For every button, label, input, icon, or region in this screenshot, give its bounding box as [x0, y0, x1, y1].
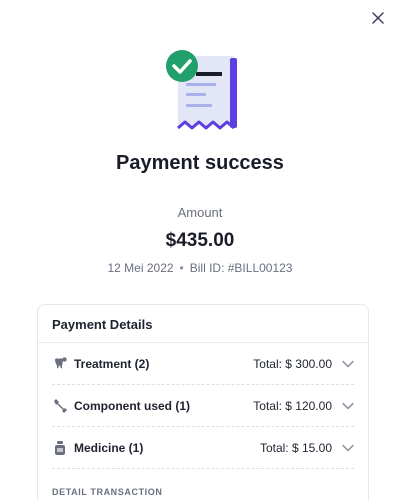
page-title: Payment success — [116, 152, 284, 174]
payment-row-label: Component used (1) — [74, 398, 190, 413]
payment-row-total: Total: $ 300.00 — [253, 356, 332, 371]
tooth-icon — [52, 356, 68, 372]
payment-row-treatment[interactable]: Treatment (2) Total: $ 300.00 — [52, 343, 354, 385]
amount-label: Amount — [177, 205, 223, 220]
meta-separator: • — [179, 261, 184, 275]
payment-row-component[interactable]: Component used (1) Total: $ 120.00 — [52, 385, 354, 427]
receipt-success-illustration — [160, 46, 244, 136]
chevron-down-icon — [342, 358, 354, 370]
payment-row-label: Treatment (2) — [74, 356, 150, 371]
chevron-down-icon — [342, 442, 354, 454]
transaction-date: 12 Mei 2022 — [107, 261, 174, 275]
transaction-meta: 12 Mei 2022 • Bill ID: #BILL00123 — [0, 261, 400, 275]
payment-details-header: Payment Details — [38, 305, 368, 343]
medicine-bottle-icon — [52, 440, 68, 456]
payment-row-label: Medicine (1) — [74, 440, 144, 455]
bill-id: Bill ID: #BILL00123 — [189, 261, 293, 275]
amount-value: $435.00 — [165, 230, 235, 251]
chevron-down-icon — [342, 400, 354, 412]
payment-row-medicine[interactable]: Medicine (1) Total: $ 15.00 — [52, 427, 354, 469]
wrench-icon — [52, 398, 68, 414]
close-button[interactable] — [366, 6, 390, 30]
payment-row-total: Total: $ 120.00 — [253, 398, 332, 413]
close-icon — [372, 12, 384, 24]
detail-transaction-header: DETAIL TRANSACTION — [52, 487, 163, 497]
payment-details-card: Payment Details Treatment (2) Total: $ 3… — [37, 304, 369, 501]
payment-row-total: Total: $ 15.00 — [259, 440, 332, 455]
